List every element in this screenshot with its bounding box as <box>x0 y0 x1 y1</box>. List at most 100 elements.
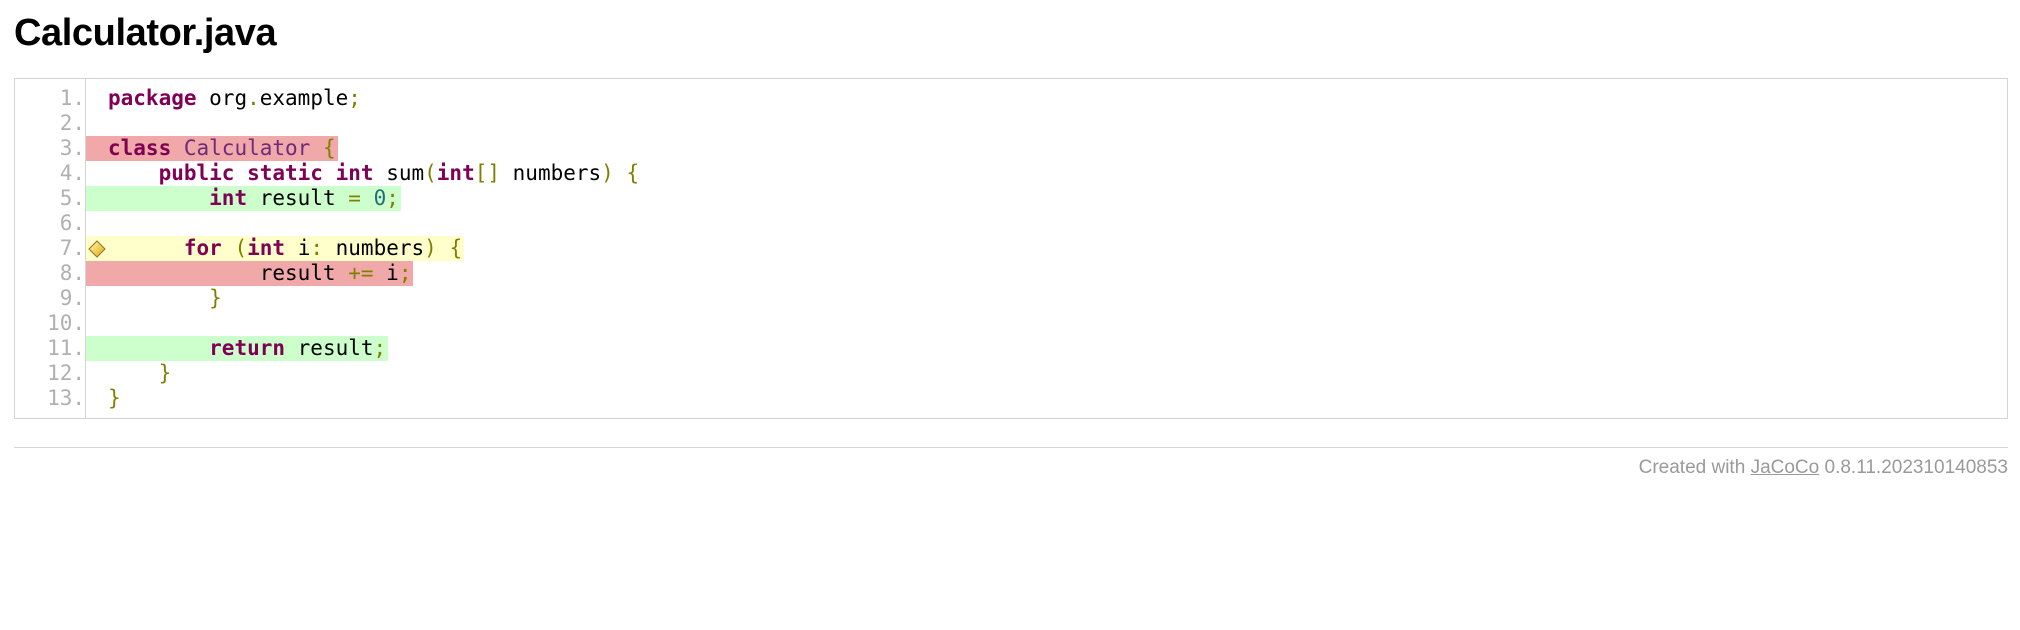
line-number: 5. <box>15 185 86 211</box>
source-code-table: 1. package org.example; 2. 3. class Calculat… <box>15 78 2007 418</box>
code-token: sum <box>373 160 425 185</box>
line-code: } <box>85 385 2007 418</box>
line-number: 13. <box>15 385 86 418</box>
line-number: 9. <box>15 285 86 311</box>
line-code: return result; <box>85 335 2007 361</box>
source-code-body: 1. package org.example; 2. 3. class Calculat… <box>15 78 2007 418</box>
coverage-highlight-plain <box>86 111 110 136</box>
code-token: example <box>259 85 349 110</box>
code-token: int <box>209 185 248 210</box>
code-token: } <box>158 360 172 385</box>
code-token: return <box>209 335 286 360</box>
line-code <box>85 110 2007 136</box>
code-token: Calculator <box>183 135 311 160</box>
source-code-container: 1. package org.example; 2. 3. class Calculat… <box>14 77 2008 419</box>
line-code: result += i; <box>85 260 2007 286</box>
line-code: int result = 0; <box>85 185 2007 211</box>
code-token: += <box>348 260 374 285</box>
source-line: 2. <box>15 110 2007 136</box>
line-number: 11. <box>15 335 86 361</box>
line-number: 12. <box>15 360 86 386</box>
source-line: 1. package org.example; <box>15 78 2007 111</box>
code-token: class <box>108 135 172 160</box>
line-code: } <box>85 285 2007 311</box>
code-token: ) <box>601 160 614 185</box>
code-token: i <box>285 235 311 260</box>
line-number: 10. <box>15 310 86 336</box>
line-number: 4. <box>15 160 86 186</box>
coverage-highlight-plain: } <box>86 361 173 386</box>
code-token: result <box>108 260 349 285</box>
line-number: 8. <box>15 260 86 286</box>
code-token: int <box>247 235 286 260</box>
code-token: { <box>322 135 336 160</box>
code-token: public <box>158 160 235 185</box>
code-token: for <box>183 235 222 260</box>
code-token: ; <box>386 185 399 210</box>
code-token: 0 <box>373 185 387 210</box>
line-number: 1. <box>15 78 86 111</box>
coverage-highlight-uncovered: class Calculator { <box>86 135 338 161</box>
jacoco-link[interactable]: JaCoCo <box>1751 457 1820 478</box>
source-line: 13.} <box>15 385 2007 418</box>
code-token: [] <box>474 160 501 185</box>
code-token: int <box>335 160 374 185</box>
code-token: = <box>348 185 361 210</box>
code-token: : <box>310 235 323 260</box>
code-token: numbers <box>500 160 602 185</box>
code-token: . <box>247 85 260 110</box>
line-code: package org.example; <box>85 78 2007 111</box>
source-line: 4. public static int sum(int[] numbers) … <box>15 160 2007 186</box>
line-code: } <box>85 360 2007 386</box>
coverage-highlight-plain: } <box>86 386 123 411</box>
code-token: numbers <box>323 235 425 260</box>
code-token: } <box>108 385 121 410</box>
code-token: ) <box>424 235 437 260</box>
page-title: Calculator.java <box>14 12 277 54</box>
code-token: ( <box>424 160 437 185</box>
footer-version: 0.8.11.202310140853 <box>1819 456 2008 478</box>
code-token: ; <box>348 85 361 110</box>
line-code <box>85 310 2007 336</box>
footer: Created with JaCoCo 0.8.11.202310140853 <box>14 448 2008 479</box>
source-line: 11. return result; <box>15 335 2007 361</box>
source-line: 10. <box>15 310 2007 336</box>
line-number: 3. <box>15 135 86 161</box>
code-token: package <box>108 85 197 110</box>
code-token: ( <box>234 235 248 260</box>
code-token: int <box>436 160 475 185</box>
source-line: 12. } <box>15 360 2007 386</box>
source-line: 5. int result = 0; <box>15 185 2007 211</box>
source-line: 8. result += i; <box>15 260 2007 286</box>
coverage-highlight-plain <box>86 211 110 236</box>
source-line: 9. } <box>15 285 2007 311</box>
coverage-report-page: Calculator.java 1. package org.example; 2.… <box>0 0 2020 630</box>
code-token: static <box>247 160 323 185</box>
code-token: ; <box>373 335 387 360</box>
line-code <box>85 210 2007 236</box>
source-line: 7. for (int i: numbers) { <box>15 235 2007 261</box>
code-token: org <box>196 85 248 110</box>
coverage-highlight-covered: return result; <box>86 335 389 361</box>
line-code: for (int i: numbers) { <box>85 235 2007 261</box>
code-token: result <box>285 335 374 360</box>
coverage-highlight-plain <box>86 311 110 336</box>
line-number: 7. <box>15 235 86 261</box>
code-token: { <box>449 235 463 260</box>
footer-prefix: Created with <box>1638 456 1751 478</box>
line-code: class Calculator { <box>85 135 2007 161</box>
source-line: 6. <box>15 210 2007 236</box>
